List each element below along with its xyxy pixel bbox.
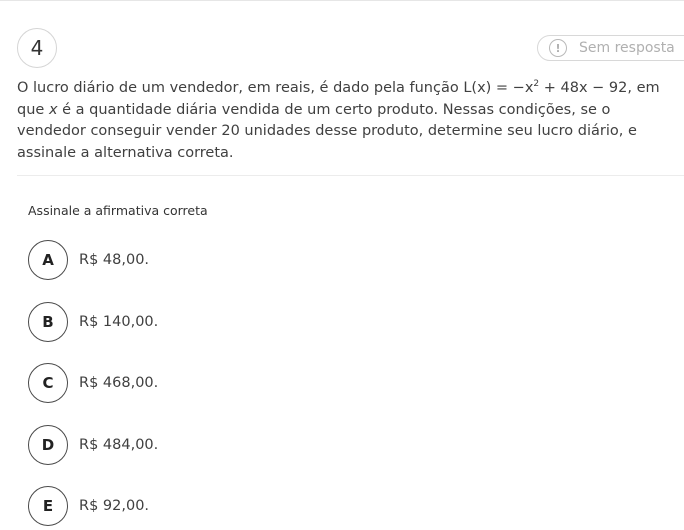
alert-icon: !	[549, 39, 567, 57]
option-letter[interactable]: B	[28, 302, 68, 342]
option-text: R$ 484,00.	[79, 437, 159, 453]
option-letter[interactable]: A	[28, 240, 68, 280]
statement-part1: O lucro diário de um vendedor, em reais,…	[17, 80, 534, 96]
option-letter[interactable]: C	[28, 363, 68, 403]
option-text: R$ 140,00.	[79, 314, 159, 330]
option-c[interactable]: C R$ 468,00.	[28, 363, 158, 403]
option-text: R$ 92,00.	[79, 498, 150, 514]
status-label: Sem resposta	[579, 40, 675, 56]
status-badge: ! Sem resposta	[537, 35, 684, 61]
instruction-label: Assinale a afirmativa correta	[28, 203, 208, 218]
option-e[interactable]: E R$ 92,00.	[28, 486, 149, 526]
question-number: 4	[17, 28, 57, 68]
option-d[interactable]: D R$ 484,00.	[28, 425, 158, 465]
option-text: R$ 48,00.	[79, 252, 150, 268]
statement-variable: x	[48, 101, 58, 118]
question-statement: O lucro diário de um vendedor, em reais,…	[17, 78, 679, 164]
option-text: R$ 468,00.	[79, 375, 159, 391]
option-a[interactable]: A R$ 48,00.	[28, 240, 149, 280]
statement-part3: é a quantidade diária vendida de um cert…	[17, 101, 637, 161]
option-letter[interactable]: E	[28, 486, 68, 526]
option-letter[interactable]: D	[28, 425, 68, 465]
option-b[interactable]: B R$ 140,00.	[28, 302, 158, 342]
section-divider	[17, 175, 684, 176]
top-divider	[0, 0, 684, 1]
